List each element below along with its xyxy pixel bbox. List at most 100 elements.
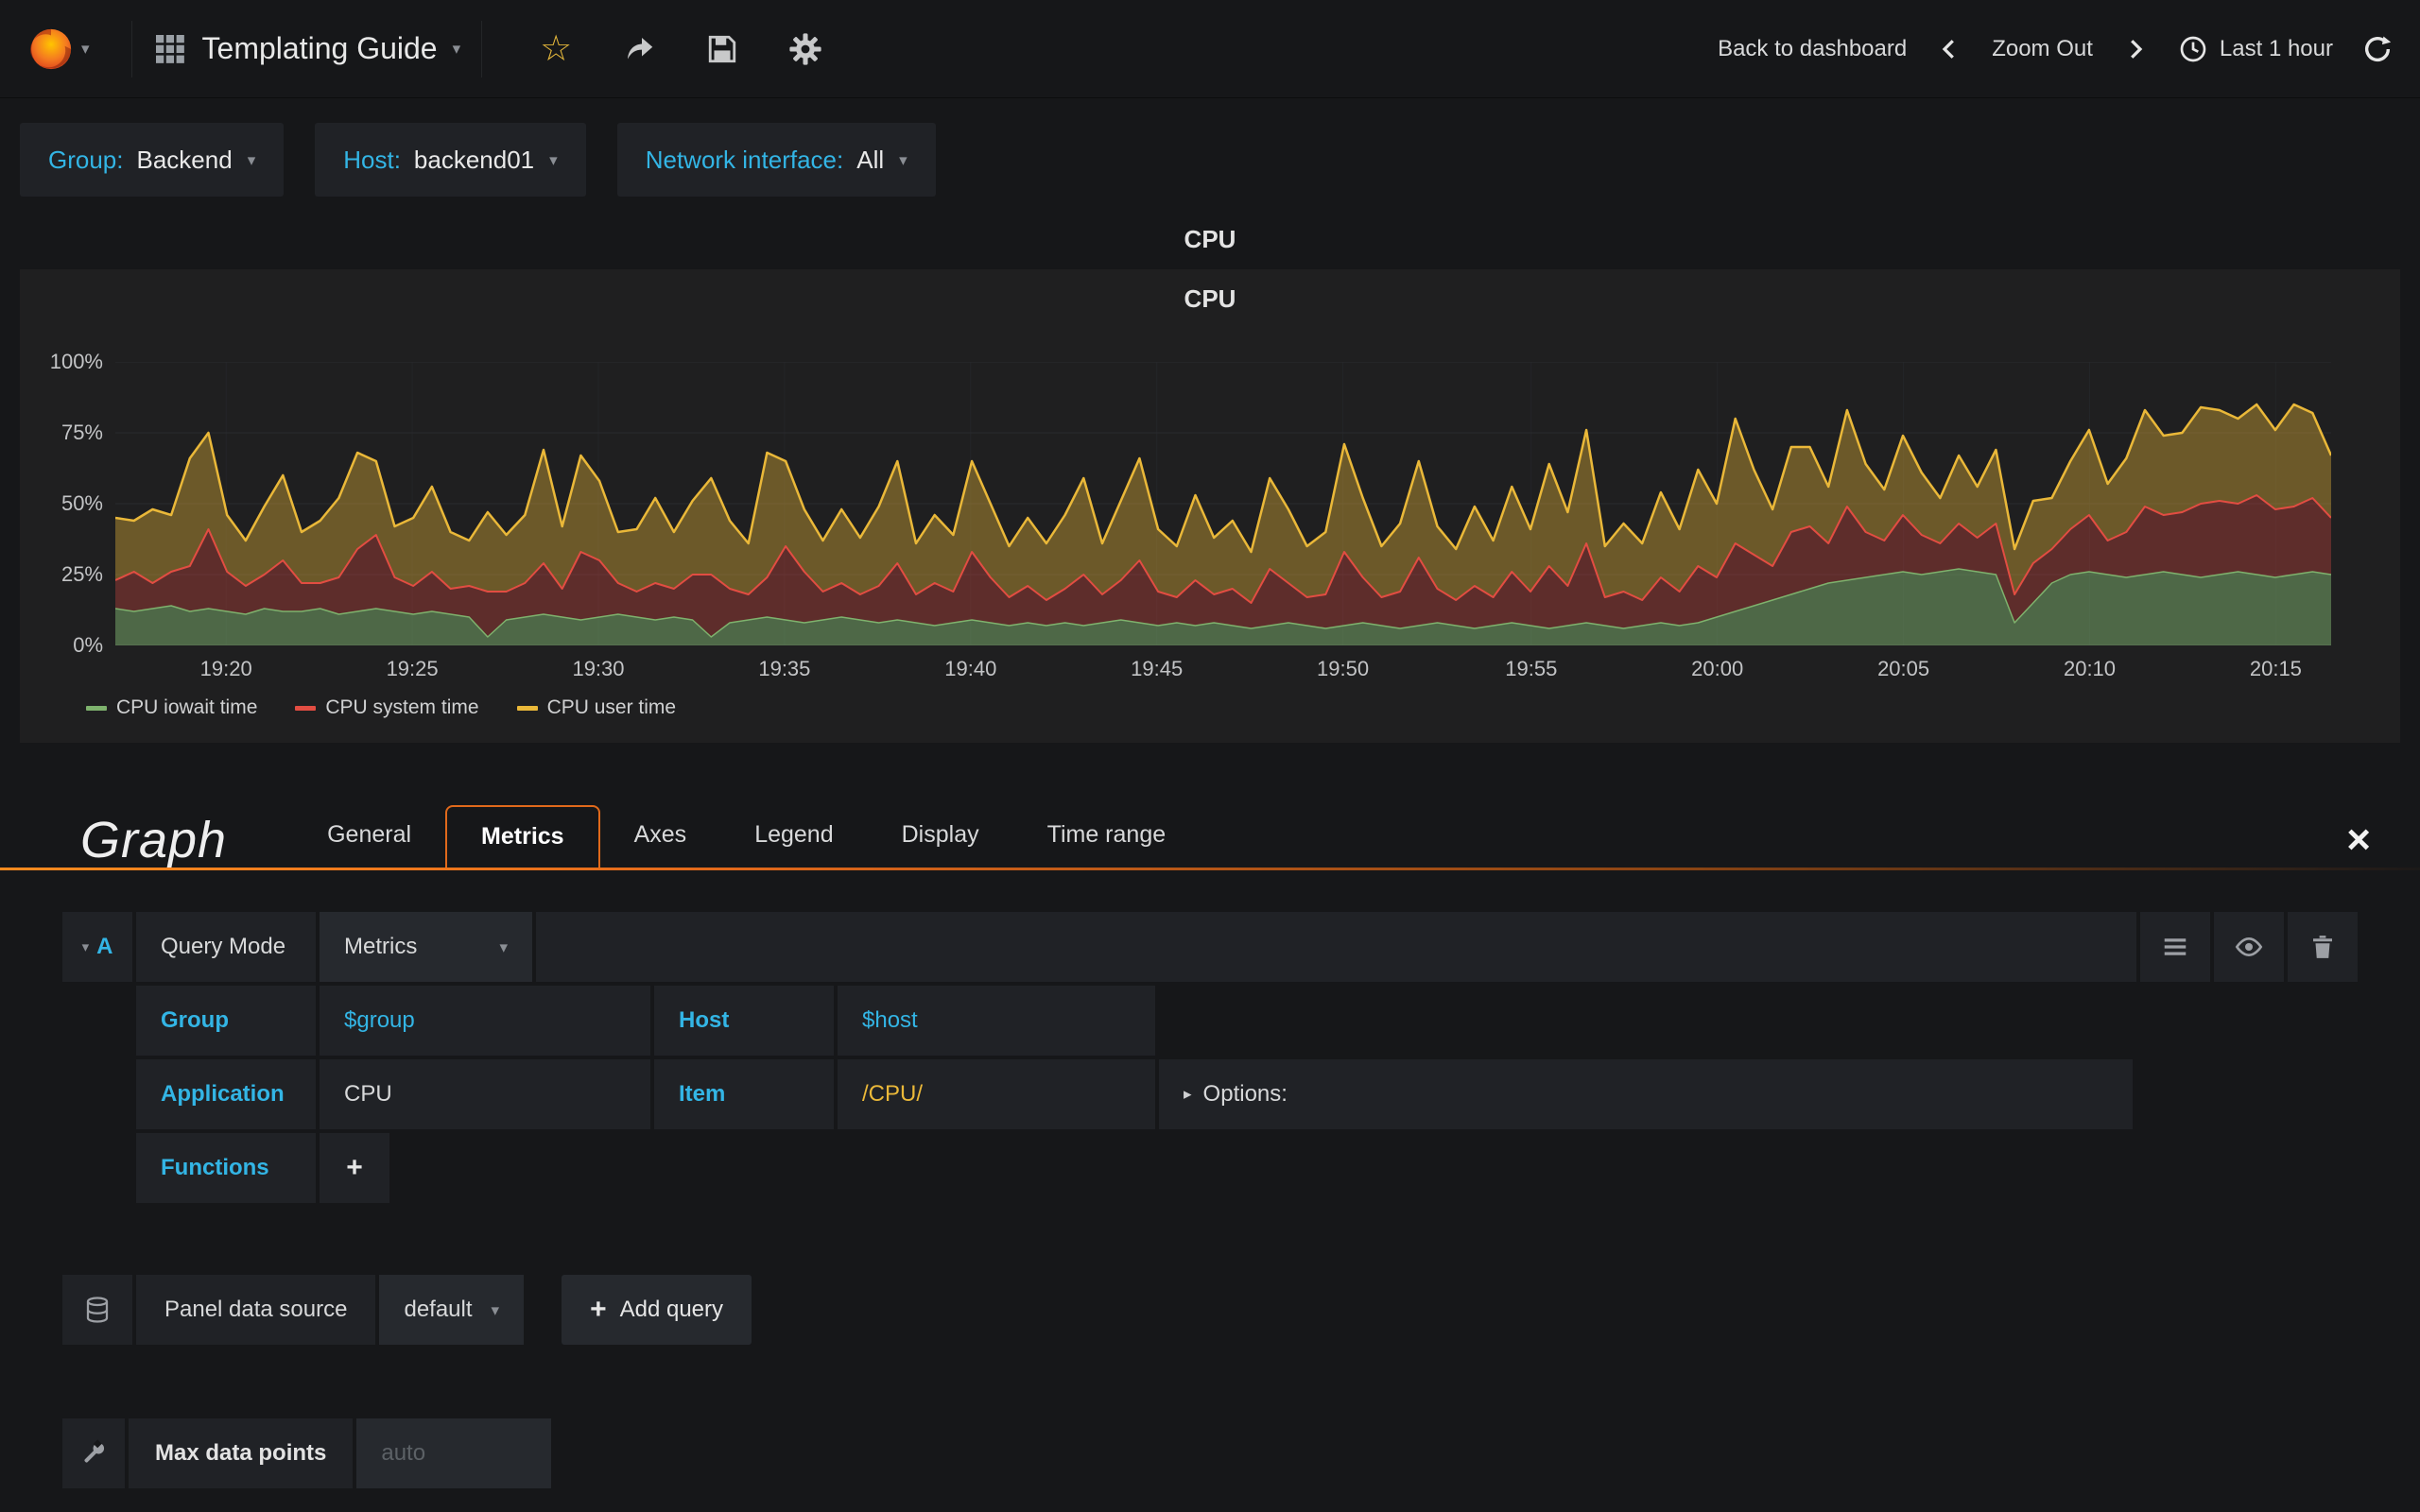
grafana-logo-icon: [29, 28, 72, 69]
star-button[interactable]: ☆: [535, 28, 577, 70]
panel-header-title[interactable]: CPU: [0, 225, 2420, 254]
query-ref-letter: A: [96, 934, 113, 959]
query-collapse-toggle[interactable]: ▾ A: [62, 912, 132, 982]
query-mode-label: Query Mode: [136, 912, 316, 982]
datasource-dropdown[interactable]: default ▾: [379, 1275, 525, 1345]
options-toggle[interactable]: ▸ Options:: [1159, 1059, 2133, 1129]
chevron-down-icon: ▾: [499, 937, 508, 956]
plus-icon: +: [346, 1152, 363, 1183]
settings-button[interactable]: [785, 28, 826, 70]
tab-time-range[interactable]: Time range: [1013, 805, 1201, 868]
zoom-out-button[interactable]: Zoom Out: [1992, 36, 2093, 62]
max-data-points-row: Max data points: [62, 1418, 2420, 1488]
variable-group-dropdown[interactable]: Group: Backend ▾: [20, 123, 285, 197]
x-axis-tick-label: 19:35: [758, 657, 811, 680]
max-data-points-field[interactable]: [356, 1418, 552, 1488]
tab-legend[interactable]: Legend: [720, 805, 867, 868]
chevron-down-icon: ▾: [549, 150, 558, 169]
variable-label: Host:: [343, 145, 401, 174]
legend-color-dash: [86, 705, 107, 711]
host-label: Host: [654, 986, 834, 1056]
save-button[interactable]: [701, 28, 743, 70]
query-mode-value: Metrics: [344, 934, 418, 959]
add-function-button[interactable]: +: [320, 1133, 389, 1203]
time-shift-forward-button[interactable]: [2121, 35, 2150, 63]
dashboard-grid-icon: [155, 34, 184, 63]
time-picker-button[interactable]: Last 1 hour: [2178, 34, 2333, 64]
datasource-value: default: [404, 1297, 473, 1322]
functions-label: Functions: [136, 1133, 316, 1203]
x-axis-tick-label: 20:00: [1691, 657, 1744, 680]
datasource-row: Panel data source default ▾ + Add query: [62, 1275, 2358, 1345]
back-to-dashboard-button[interactable]: Back to dashboard: [1718, 36, 1907, 62]
grafana-logo-menu[interactable]: ▾: [26, 25, 111, 74]
x-axis-tick-label: 20:05: [1877, 657, 1930, 680]
host-input[interactable]: $host: [838, 986, 1155, 1056]
variable-host-dropdown[interactable]: Host: backend01 ▾: [315, 123, 586, 197]
share-button[interactable]: [618, 28, 660, 70]
options-label: Options:: [1202, 1081, 1288, 1107]
tab-general[interactable]: General: [293, 805, 445, 868]
add-query-label: Add query: [619, 1297, 724, 1322]
variable-value: backend01: [413, 145, 535, 174]
datasource-label: Panel data source: [136, 1275, 376, 1345]
query-menu-button[interactable]: [2140, 912, 2210, 982]
legend-item[interactable]: CPU system time: [295, 696, 479, 719]
cpu-chart-plot-area[interactable]: [115, 362, 2331, 645]
navbar: ▾ Templating Guide ▾ ☆ Back to dashboard…: [0, 0, 2420, 98]
x-axis-tick-label: 19:40: [944, 657, 997, 680]
legend-series-name: CPU user time: [546, 696, 677, 718]
divider: [481, 20, 483, 77]
query-row-functions: Functions +: [62, 1133, 2358, 1203]
refresh-button[interactable]: [2361, 33, 2394, 65]
x-axis-tick-label: 19:25: [386, 657, 439, 680]
chevron-right-icon: ▸: [1184, 1085, 1192, 1103]
add-query-button[interactable]: + Add query: [562, 1275, 752, 1345]
database-icon: [86, 1297, 109, 1323]
x-axis-tick-label: 19:30: [572, 657, 625, 680]
query-row-application-item: Application CPU Item /CPU/ ▸ Options:: [62, 1059, 2358, 1129]
editor-tabs: General Metrics Axes Legend Display Time…: [293, 805, 1200, 868]
item-input[interactable]: /CPU/: [838, 1059, 1155, 1129]
variable-value: All: [856, 145, 885, 174]
divider: [130, 20, 132, 77]
gear-icon: [789, 32, 821, 65]
legend-item[interactable]: CPU iowait time: [86, 696, 257, 719]
application-label: Application: [136, 1059, 316, 1129]
cpu-graph-panel: CPU 0% 25% 50% 75% 100% 19:20 19:25 19:30 19:35…: [20, 269, 2400, 743]
dashboard-title-menu[interactable]: Templating Guide ▾: [153, 31, 460, 66]
legend-item[interactable]: CPU user time: [516, 696, 677, 719]
query-mode-dropdown[interactable]: Metrics ▾: [320, 912, 532, 982]
trash-icon: [2313, 936, 2332, 958]
dashboard-title: Templating Guide: [201, 31, 438, 65]
share-icon: [628, 37, 653, 59]
y-axis-tick-label: 100%: [49, 350, 103, 373]
x-axis-tick-label: 19:50: [1317, 657, 1370, 680]
variable-netif-dropdown[interactable]: Network interface: All ▾: [616, 123, 936, 197]
tab-axes[interactable]: Axes: [600, 805, 721, 868]
group-input[interactable]: $group: [320, 986, 650, 1056]
legend-series-name: CPU system time: [325, 696, 479, 718]
max-data-points-input[interactable]: [381, 1440, 524, 1467]
graph-title: CPU: [1184, 284, 1236, 313]
tab-display[interactable]: Display: [868, 805, 1013, 868]
x-axis-tick-label: 19:45: [1131, 657, 1184, 680]
chevron-left-icon: [1942, 39, 1955, 59]
close-editor-button[interactable]: ×: [2346, 813, 2382, 868]
chevron-right-icon: [2131, 39, 2143, 59]
query-toggle-visibility-button[interactable]: [2214, 912, 2284, 982]
tab-metrics[interactable]: Metrics: [445, 805, 600, 868]
wrench-icon: [84, 1439, 105, 1463]
x-axis-tick-label: 19:55: [1505, 657, 1558, 680]
application-input[interactable]: CPU: [320, 1059, 650, 1129]
query-delete-button[interactable]: [2288, 912, 2358, 982]
chevron-down-icon: ▾: [491, 1300, 500, 1319]
menu-icon: [2164, 938, 2187, 955]
time-shift-back-button[interactable]: [1935, 35, 1963, 63]
query-editor: ▾ A Query Mode Metrics ▾ Group $group Ho…: [62, 912, 2358, 1203]
clock-icon: [2180, 36, 2206, 61]
query-row-mode: ▾ A Query Mode Metrics ▾: [62, 912, 2358, 982]
query-row-group-host: Group $group Host $host: [62, 986, 2358, 1056]
refresh-icon: [2364, 36, 2392, 61]
template-variables-row: Group: Backend ▾ Host: backend01 ▾ Netwo…: [0, 98, 2420, 208]
